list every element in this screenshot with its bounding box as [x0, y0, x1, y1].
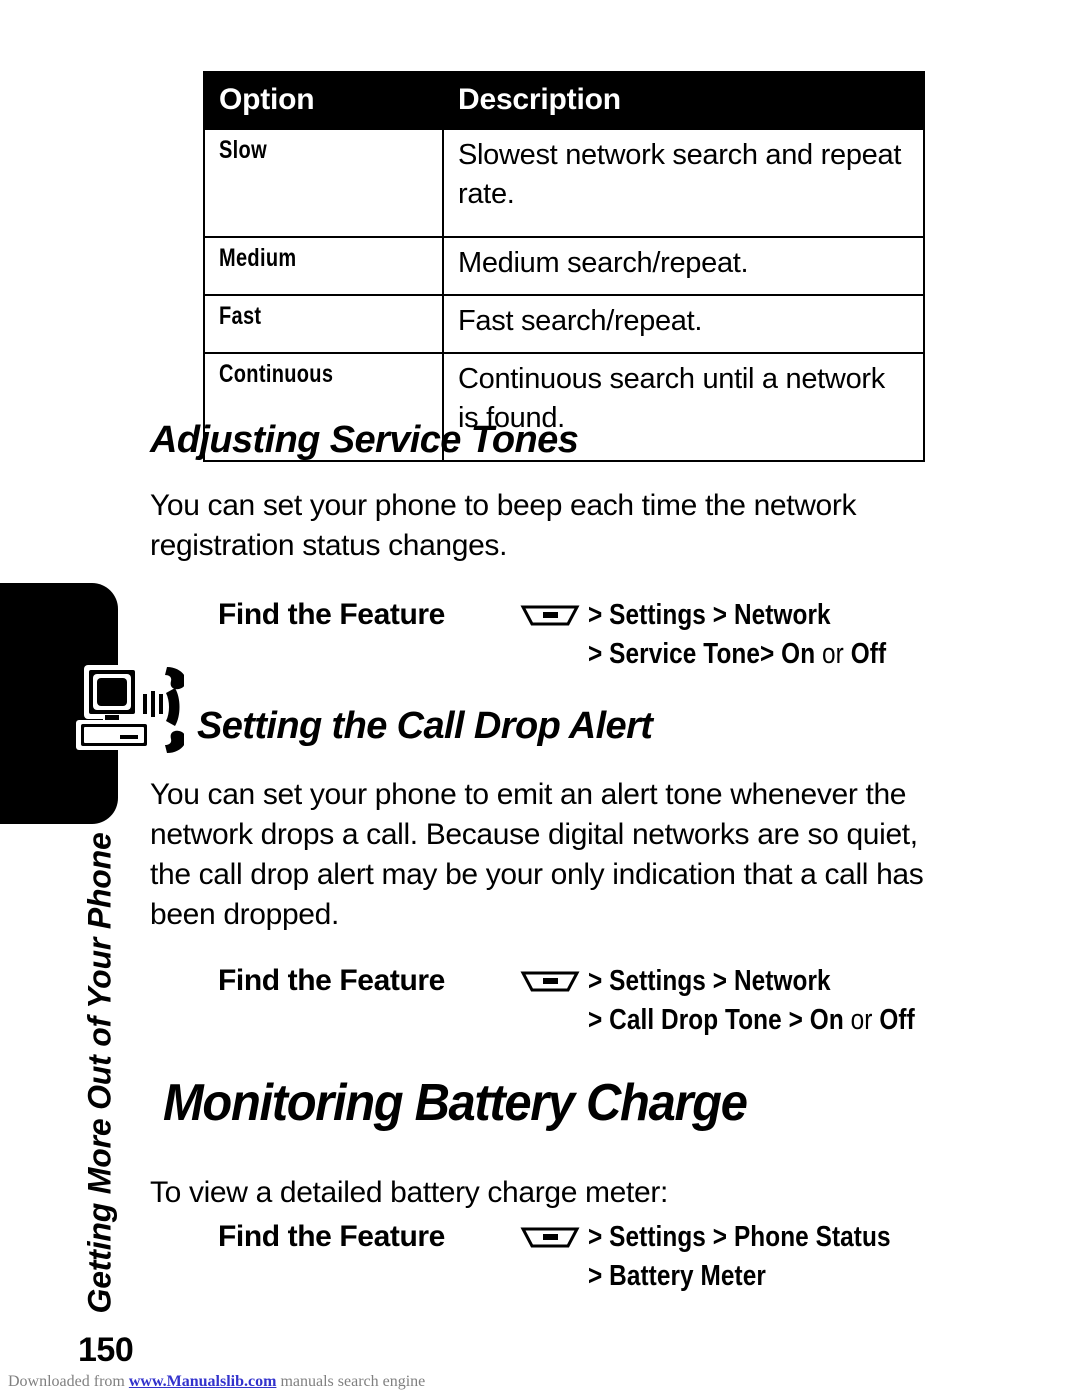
- table-cell-option: Medium: [203, 235, 444, 296]
- section-body-monitoring-battery-charge: To view a detailed battery charge meter:: [150, 1176, 668, 1209]
- table-header-option: Option: [203, 71, 444, 130]
- feature-path-line-1: > Settings > Phone Status: [588, 1220, 891, 1253]
- footer-suffix: manuals search engine: [276, 1373, 426, 1390]
- computer-phone-icon: [76, 665, 184, 753]
- section-body-setting-call-drop-alert: You can set your phone to emit an alert …: [150, 778, 924, 931]
- section-heading-monitoring-battery-charge: Monitoring Battery Charge: [163, 1074, 748, 1132]
- table-header-description: Description: [442, 71, 925, 130]
- find-the-feature-label: Find the Feature: [218, 1220, 445, 1253]
- option-label: Fast: [219, 301, 262, 330]
- table-row: Medium Medium search/repeat.: [203, 235, 925, 296]
- table-cell-description: Fast search/repeat.: [442, 293, 925, 354]
- footer-attribution: Downloaded from www.Manualslib.com manua…: [8, 1373, 425, 1391]
- find-the-feature-adjusting-service-tones: Find the Feature > Settings > Network > …: [218, 596, 1018, 671]
- feature-path-line-2: > Battery Meter: [588, 1260, 766, 1292]
- menu-key-icon[interactable]: [520, 602, 580, 628]
- table-cell-option: Slow: [203, 127, 444, 238]
- feature-path-line-1: > Settings > Network: [588, 964, 831, 997]
- table-row: Fast Fast search/repeat.: [203, 293, 925, 354]
- chapter-title: Getting More Out of Your Phone: [81, 832, 118, 1314]
- table-cell-description: Slowest network search and repeat rate.: [442, 127, 925, 238]
- section-body-adjusting-service-tones: You can set your phone to beep each time…: [150, 489, 857, 562]
- find-the-feature-monitoring-battery-charge: Find the Feature > Settings > Phone Stat…: [218, 1218, 1018, 1293]
- menu-key-icon[interactable]: [520, 968, 580, 994]
- section-heading-adjusting-service-tones: Adjusting Service Tones: [150, 419, 579, 461]
- table-cell-option: Fast: [203, 293, 444, 354]
- find-the-feature-label: Find the Feature: [218, 964, 445, 997]
- footer-link[interactable]: www.Manualslib.com: [129, 1373, 277, 1390]
- option-label: Slow: [219, 135, 267, 164]
- table-row: Slow Slowest network search and repeat r…: [203, 127, 925, 238]
- page-number: 150: [78, 1331, 134, 1369]
- table-header-row: Option Description: [203, 71, 925, 130]
- table-cell-description: Medium search/repeat.: [442, 235, 925, 296]
- option-label: Medium: [219, 243, 297, 272]
- menu-key-icon[interactable]: [520, 1224, 580, 1250]
- feature-path-line-2: > Service Tone> On or Off: [588, 638, 887, 670]
- find-the-feature-label: Find the Feature: [218, 598, 445, 631]
- feature-path-line-1: > Settings > Network: [588, 598, 831, 631]
- network-search-options-table: Option Description Slow Slowest network …: [203, 71, 925, 462]
- find-the-feature-setting-call-drop-alert: Find the Feature > Settings > Network > …: [218, 962, 1018, 1037]
- footer-prefix: Downloaded from: [8, 1373, 129, 1390]
- option-label: Continuous: [219, 359, 334, 388]
- feature-path-line-2: > Call Drop Tone > On or Off: [588, 1004, 915, 1036]
- section-heading-setting-call-drop-alert: Setting the Call Drop Alert: [197, 705, 653, 747]
